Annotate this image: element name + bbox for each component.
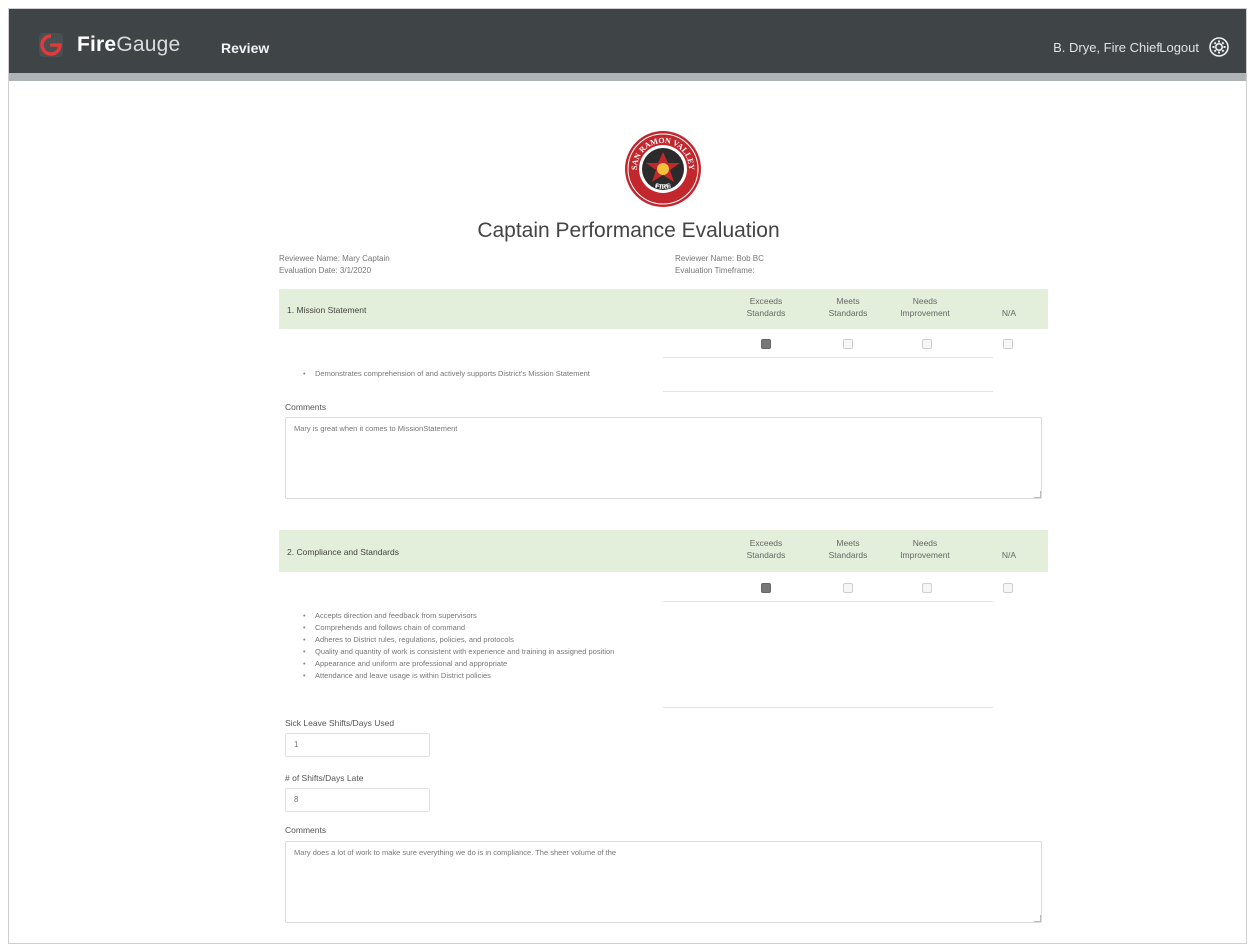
- list-item: Comprehends and follows chain of command: [303, 622, 614, 634]
- reviewee-info: Reviewee Name: Mary Captain Evaluation D…: [279, 253, 390, 277]
- page-title: Captain Performance Evaluation: [477, 219, 780, 242]
- days-late-label: # of Shifts/Days Late: [285, 773, 364, 783]
- divider: [663, 357, 993, 358]
- rating-na-checkbox[interactable]: [1003, 339, 1013, 349]
- section-title: 2. Compliance and Standards: [287, 547, 399, 557]
- brand-gauge: Gauge: [116, 33, 181, 56]
- criteria-list: Demonstrates comprehension of and active…: [303, 368, 590, 380]
- sick-leave-input[interactable]: 1: [285, 733, 430, 757]
- col-na: N/A: [1001, 550, 1017, 560]
- brand-name[interactable]: FireGauge: [77, 33, 180, 57]
- list-item: Demonstrates comprehension of and active…: [303, 368, 590, 380]
- comments-label: Comments: [285, 402, 327, 412]
- rating-needs-checkbox[interactable]: [922, 339, 932, 349]
- top-navbar: FireGauge Review B. Drye, Fire Chief Log…: [9, 9, 1246, 81]
- evaluation-date: Evaluation Date: 3/1/2020: [279, 266, 372, 275]
- section-header-compliance: 2. Compliance and Standards Exceeds Stand…: [279, 530, 1048, 572]
- comments-textarea[interactable]: Mary is great when it comes to MissionSt…: [285, 417, 1042, 499]
- section-title: 1. Mission Statement: [287, 305, 367, 315]
- section-header-mission: 1. Mission Statement Exceeds Standards Me…: [279, 289, 1048, 329]
- brand-fire: Fire: [77, 33, 117, 56]
- col-needs: Needs Improvement: [900, 538, 950, 560]
- list-item: Adheres to District rules, regulations, …: [303, 634, 614, 646]
- rating-meets-checkbox[interactable]: [843, 583, 853, 593]
- col-na: N/A: [1001, 308, 1017, 318]
- logout-link[interactable]: Logout: [1159, 40, 1199, 55]
- app-window: FireGauge Review B. Drye, Fire Chief Log…: [8, 8, 1247, 944]
- divider: [663, 707, 993, 708]
- rating-exceeds-checkbox[interactable]: [761, 339, 771, 349]
- days-late-input[interactable]: 8: [285, 788, 430, 812]
- list-item: Accepts direction and feedback from supe…: [303, 610, 614, 622]
- rating-meets-checkbox[interactable]: [843, 339, 853, 349]
- current-user-name[interactable]: B. Drye, Fire Chief: [1053, 40, 1160, 55]
- list-item: Quality and quantity of work is consiste…: [303, 646, 614, 658]
- col-exceeds: Exceeds Standards: [746, 296, 786, 318]
- crest-mid-text: EST. 1980: [655, 184, 671, 188]
- list-item: Attendance and leave usage is within Dis…: [303, 670, 614, 682]
- list-item: Appearance and uniform are professional …: [303, 658, 614, 670]
- col-exceeds: Exceeds Standards: [746, 538, 786, 560]
- divider: [663, 391, 993, 392]
- firegauge-logo-icon[interactable]: [39, 33, 63, 57]
- reviewer-name: Reviewer Name: Bob BC: [675, 254, 764, 263]
- comments-label: Comments: [285, 825, 327, 835]
- rating-needs-checkbox[interactable]: [922, 583, 932, 593]
- nav-review-link[interactable]: Review: [221, 40, 269, 56]
- rating-na-checkbox[interactable]: [1003, 583, 1013, 593]
- crest-logo: SAN RAMON VALLEY FIRE EST. 1980: [624, 130, 702, 208]
- rating-exceeds-checkbox[interactable]: [761, 583, 771, 593]
- col-needs: Needs Improvement: [900, 296, 950, 318]
- divider: [663, 601, 993, 602]
- sick-leave-label: Sick Leave Shifts/Days Used: [285, 718, 395, 728]
- col-meets: Meets Standards: [828, 296, 868, 318]
- resize-handle-icon[interactable]: [1034, 915, 1041, 922]
- criteria-list: Accepts direction and feedback from supe…: [303, 610, 614, 682]
- evaluation-timeframe: Evaluation Timeframe:: [675, 266, 755, 275]
- gear-icon[interactable]: [1208, 36, 1230, 58]
- col-meets: Meets Standards: [828, 538, 868, 560]
- reviewer-info: Reviewer Name: Bob BC Evaluation Timefra…: [675, 253, 764, 277]
- reviewee-name: Reviewee Name: Mary Captain: [279, 254, 390, 263]
- resize-handle-icon[interactable]: [1034, 491, 1041, 498]
- comments-textarea[interactable]: Mary does a lot of work to make sure eve…: [285, 841, 1042, 923]
